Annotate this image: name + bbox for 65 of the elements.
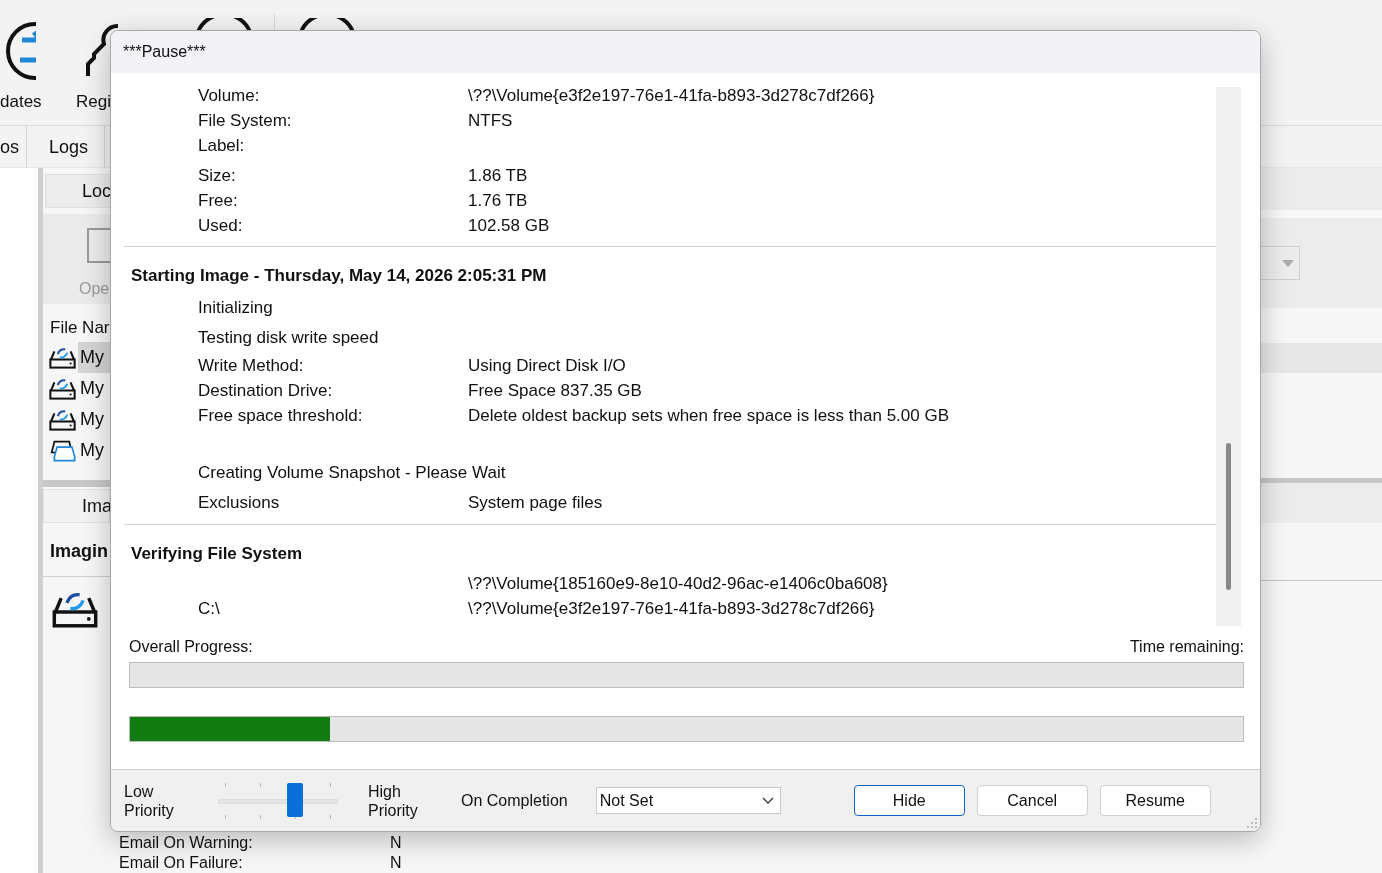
file-name[interactable]: My [78,404,110,435]
log-value: \??\Volume{e3f2e197-76e1-41fa-b893-3d278c7df266} [468,85,875,106]
drive-sync-icon [49,408,76,431]
log-label: Testing disk write speed [198,328,379,347]
caret-icon [1282,259,1294,267]
updates-label[interactable]: dates [0,92,42,112]
file-name[interactable]: My [78,373,110,404]
log-label: Free space threshold: [198,405,363,425]
log-label: Used: [198,215,243,235]
round-icon[interactable] [299,18,355,32]
window-title: ***Pause*** [123,43,206,61]
scrollbar[interactable] [43,480,110,487]
file-name[interactable]: My [78,435,110,466]
log-value: NTFS [468,110,513,131]
dialog-button[interactable]: Resume [1099,785,1211,816]
high-priority-label: High Priority [368,781,419,820]
log-value: Using Direct Disk I/O [468,355,626,376]
dialog-button[interactable]: Hide [853,785,965,816]
location-tab[interactable]: Loc [45,174,110,208]
register-label[interactable]: Regi [76,92,111,112]
log-value: 1.86 TB [468,165,528,186]
log-value: \??\Volume{e3f2e197-76e1-41fa-b893-3d278c7df266} [468,598,875,619]
file-name[interactable]: My [78,342,110,373]
chevron-down-icon [761,797,774,804]
log-label: Initializing [198,298,273,317]
drives-icon [49,439,76,462]
completion-select[interactable]: Not Set [595,787,781,814]
log-label: Destination Drive: [198,380,333,400]
log-heading: Verifying File System [130,543,303,565]
log-value: Free Space 837.35 GB [468,380,642,401]
log-value: System page files [468,493,603,513]
log-value: \??\Volume{185160e9-8e10-40d2-96ac-e1406c0ba608} [468,573,888,594]
drive-sync-icon [49,346,76,369]
tab[interactable]: os [0,125,27,168]
log-label: File System: [198,110,292,130]
log-value: Delete oldest backup sets when free space is less than 5.00 GB [468,405,949,426]
log-label: Free: [198,190,238,210]
detail-value: N [390,834,402,852]
log-value: 1.76 TB [468,190,528,211]
low-priority-label: Low Priority [124,781,175,820]
log-label: Creating Volume Snapshot - Please Wait [198,463,506,482]
column-header: File Nar [50,318,110,338]
time-remaining-label: Time remaining: [1129,638,1244,656]
progress-label: Overall Progress: [129,638,253,656]
log-heading: Starting Image - Thursday, May 14, 2026 2:05:31 PM [130,265,548,287]
scrollbar-thumb[interactable] [1226,443,1231,590]
resize-grip-icon[interactable] [1247,818,1257,828]
slider-thumb[interactable] [287,782,304,817]
round-icon[interactable] [196,18,252,32]
priority-slider[interactable] [218,782,338,819]
log-label: Volume: [198,85,260,105]
on-completion-label: On Completion [461,791,568,810]
log-value: 102.58 GB [468,215,550,236]
tab[interactable]: Logs [27,125,105,168]
log-label: Exclusions [198,493,280,512]
detail-label: Email On Failure: [119,854,244,872]
scrollbar[interactable] [1260,478,1382,483]
detail-label: Email On Warning: [119,834,254,852]
detail-value: N [390,854,402,872]
log-label: Size: [198,165,236,185]
log-label: Write Method: [198,355,304,375]
dialog-button[interactable]: Cancel [976,785,1088,816]
drive-sync-icon [49,377,76,400]
log-label: Label: [198,135,245,155]
log-label: C:\ [198,598,220,618]
